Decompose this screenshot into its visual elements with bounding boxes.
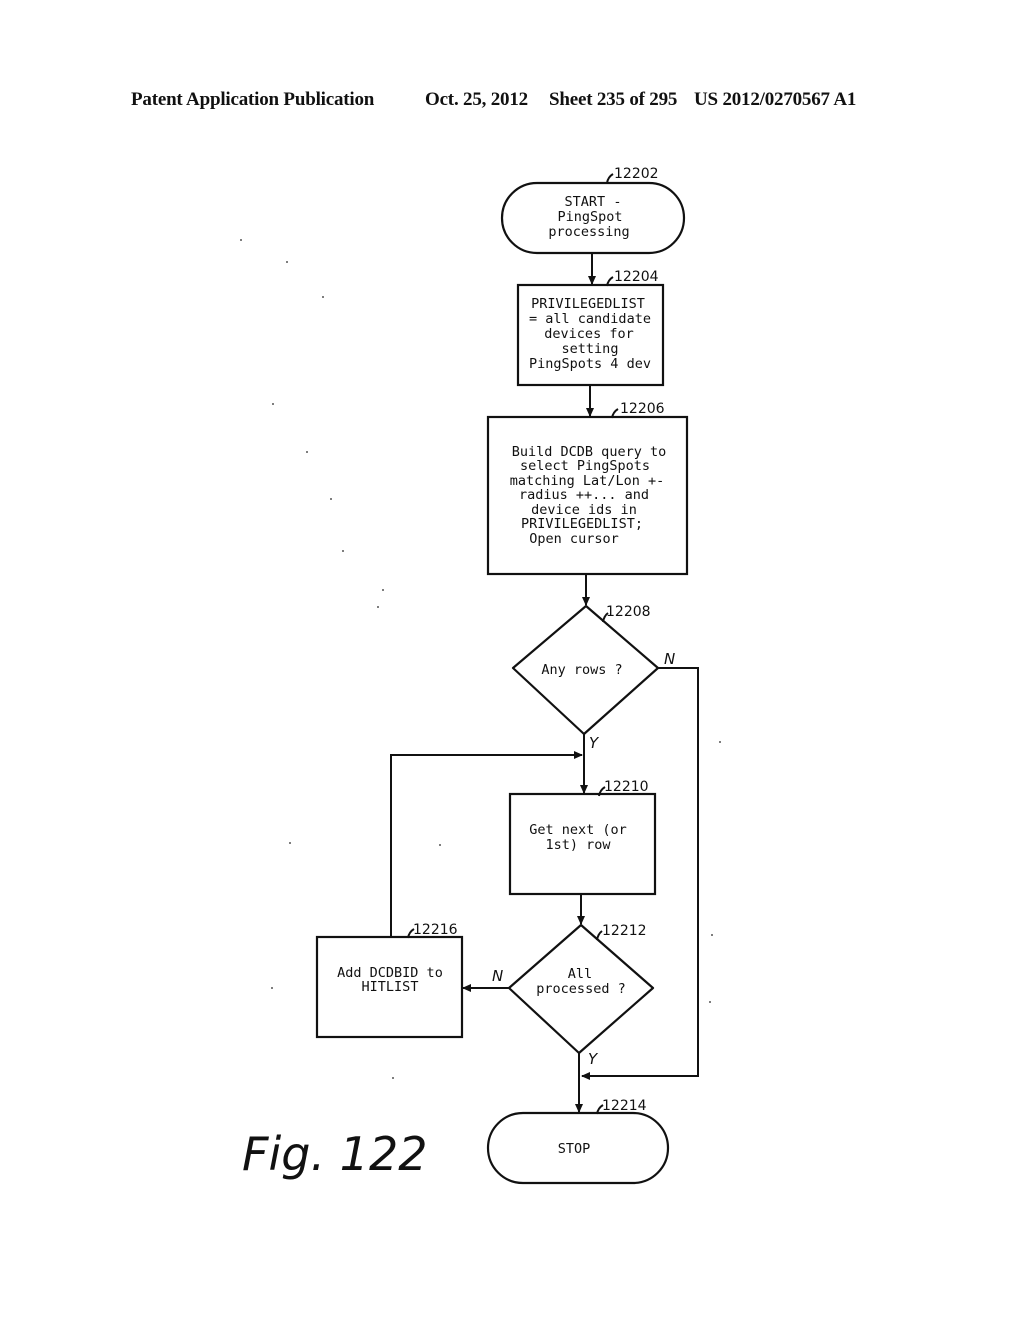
all-processed-no-label: N: [492, 967, 503, 985]
build-query-box: Build DCDB query to select PingSpots mat…: [486, 401, 689, 576]
all-processed-yes-label: Y: [588, 1050, 599, 1068]
get-next-box: Get next (or 1st) row 12210: [508, 779, 657, 896]
ref-leader: [606, 173, 614, 184]
start-terminal: START - PingSpot processing 12202: [500, 166, 686, 255]
any-rows-yes-label: Y: [589, 734, 600, 752]
start-line-3: processing: [548, 224, 629, 240]
privileged-list-box: PRIVILEGEDLIST = all candidate devices f…: [516, 269, 665, 387]
ref-12216: 12216: [413, 922, 458, 938]
privileged-line-1: PRIVILEGEDLIST: [531, 296, 645, 312]
all-processed-line-2: processed ?: [536, 981, 625, 997]
any-rows-no-label: N: [664, 650, 675, 668]
query-line-7: Open cursor: [529, 531, 618, 547]
start-line-2: PingSpot: [557, 209, 622, 225]
ref-12212: 12212: [602, 923, 647, 939]
start-line-1: START -: [565, 194, 622, 210]
query-line-2: select PingSpots: [520, 458, 650, 474]
ref-12208: 12208: [606, 604, 651, 620]
all-processed-line-1: All: [568, 966, 592, 982]
add-hitlist-box: Add DCDBID to HITLIST 12216: [315, 922, 464, 1039]
privileged-line-5: PingSpots 4 dev: [529, 356, 651, 372]
stop-text: STOP: [558, 1141, 591, 1157]
privileged-line-2: = all candidate: [529, 311, 651, 327]
flowchart: START - PingSpot processing 12202 PRIVIL…: [240, 166, 721, 1185]
figure-label: Fig. 122: [242, 1127, 427, 1181]
get-next-line-1: Get next (or: [529, 822, 627, 838]
privileged-line-4: setting: [562, 341, 619, 357]
ref-12210: 12210: [604, 779, 649, 795]
any-rows-decision: Any rows ? 12208 N Y: [511, 604, 675, 752]
all-processed-decision: All processed ? 12212 N Y: [492, 923, 655, 1068]
ref-12202: 12202: [614, 166, 659, 182]
get-next-line-2: 1st) row: [545, 837, 611, 853]
ref-12204: 12204: [614, 269, 659, 285]
ref-12214: 12214: [602, 1098, 647, 1114]
query-line-6: PRIVILEGEDLIST;: [521, 516, 643, 532]
ref-12206: 12206: [620, 401, 665, 417]
add-hitlist-line-2: HITLIST: [362, 979, 419, 995]
privileged-line-3: devices for: [544, 326, 633, 342]
any-rows-text: Any rows ?: [541, 662, 622, 678]
query-line-4: radius ++... and: [519, 487, 649, 503]
